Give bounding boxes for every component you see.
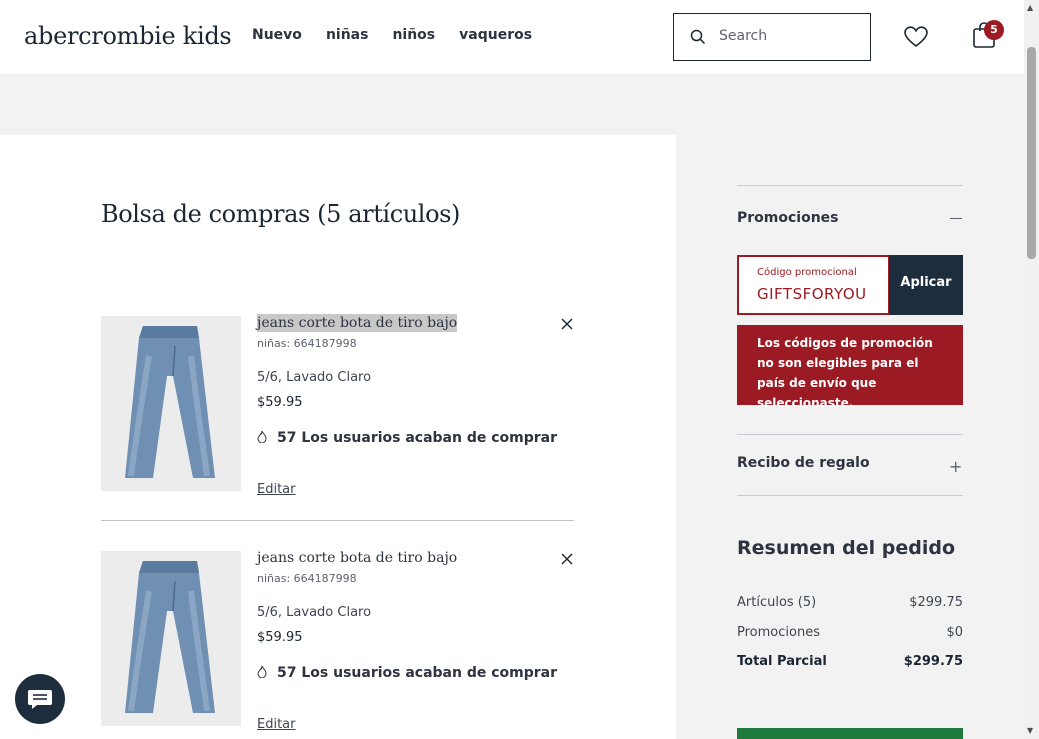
chat-bubble-icon <box>28 690 52 709</box>
summary-row-promotions: Promociones $0 <box>737 625 963 640</box>
cart-panel: Bolsa de compras (5 artículos) jeans cor… <box>0 135 676 739</box>
urgency-text: 57 Los usuarios acaban de comprar <box>277 665 558 681</box>
sidebar-divider <box>737 185 963 186</box>
search-input[interactable]: Search <box>673 13 871 61</box>
cart-item: jeans corte bota de tiro bajo niñas: 664… <box>101 549 574 732</box>
nav-item-ninos[interactable]: niños <box>392 27 435 43</box>
expand-plus-icon[interactable]: + <box>949 457 962 476</box>
order-summary-title: Resumen del pedido <box>737 537 956 559</box>
promotions-toggle[interactable]: Promociones <box>737 210 839 226</box>
brand-logo[interactable]: abercrombie kids <box>24 22 232 50</box>
summary-value: $299.75 <box>909 595 963 610</box>
urgency-message: 57 Los usuarios acaban de comprar <box>257 665 557 681</box>
promo-error-message: Los códigos de promoción no son elegible… <box>737 325 963 410</box>
bag-count-badge: 5 <box>984 20 1004 40</box>
sidebar-divider <box>737 434 963 435</box>
promo-code-label: Código promocional <box>757 267 857 278</box>
collapse-minus-icon[interactable] <box>950 218 962 219</box>
jeans-image-icon <box>125 561 215 713</box>
item-divider <box>101 520 574 521</box>
apply-promo-button[interactable]: Aplicar <box>889 255 963 315</box>
remove-item-close-icon[interactable] <box>561 318 573 330</box>
chat-button[interactable] <box>15 674 65 724</box>
scrollbar-thumb[interactable] <box>1027 47 1036 259</box>
checkout-button[interactable] <box>737 728 963 739</box>
product-price: $59.95 <box>257 395 303 410</box>
scroll-down-arrow-icon[interactable]: ▼ <box>1027 726 1033 735</box>
wishlist-heart-icon[interactable] <box>904 26 928 48</box>
urgency-message: 57 Los usuarios acaban de comprar <box>257 430 557 446</box>
product-name[interactable]: jeans corte bota de tiro bajo <box>257 549 457 567</box>
product-sku: niñas: 664187998 <box>257 337 357 350</box>
edit-link[interactable]: Editar <box>257 717 296 732</box>
main-nav: Nuevo niñas niños vaqueros <box>252 27 556 43</box>
product-variant: 5/6, Lavado Claro <box>257 370 372 385</box>
summary-row-subtotal: Total Parcial $299.75 <box>737 654 963 669</box>
nav-item-nuevo[interactable]: Nuevo <box>252 27 302 43</box>
search-icon <box>690 29 706 45</box>
summary-label: Artículos (5) <box>737 595 817 610</box>
product-price: $59.95 <box>257 630 303 645</box>
gift-receipt-toggle[interactable]: Recibo de regalo <box>737 455 870 471</box>
promo-code-field[interactable]: Código promocional GIFTSFORYOU <box>737 255 890 315</box>
fire-icon <box>257 666 267 678</box>
product-name[interactable]: jeans corte bota de tiro bajo <box>257 314 458 332</box>
fire-icon <box>257 431 267 443</box>
product-image[interactable] <box>101 316 241 491</box>
cart-item: jeans corte bota de tiro bajo niñas: 664… <box>101 314 574 497</box>
summary-value: $299.75 <box>903 654 963 669</box>
summary-label: Total Parcial <box>737 654 827 669</box>
product-variant: 5/6, Lavado Claro <box>257 605 372 620</box>
product-sku: niñas: 664187998 <box>257 572 357 585</box>
summary-label: Promociones <box>737 625 820 640</box>
remove-item-close-icon[interactable] <box>561 553 573 565</box>
page-scrollbar[interactable]: ▲ ▼ <box>1024 0 1039 739</box>
sidebar-divider <box>737 495 963 496</box>
page-title: Bolsa de compras (5 artículos) <box>101 200 461 228</box>
site-header: abercrombie kids Nuevo niñas niños vaque… <box>0 0 1024 74</box>
summary-value: $0 <box>946 625 963 640</box>
product-image[interactable] <box>101 551 241 726</box>
nav-item-vaqueros[interactable]: vaqueros <box>459 27 532 43</box>
edit-link[interactable]: Editar <box>257 482 296 497</box>
jeans-image-icon <box>125 326 215 478</box>
scroll-up-arrow-icon[interactable]: ▲ <box>1027 3 1033 12</box>
urgency-text: 57 Los usuarios acaban de comprar <box>277 430 558 446</box>
nav-item-ninas[interactable]: niñas <box>326 27 369 43</box>
promo-code-value: GIFTSFORYOU <box>757 285 867 303</box>
search-placeholder: Search <box>719 28 768 44</box>
summary-row-items: Artículos (5) $299.75 <box>737 595 963 610</box>
